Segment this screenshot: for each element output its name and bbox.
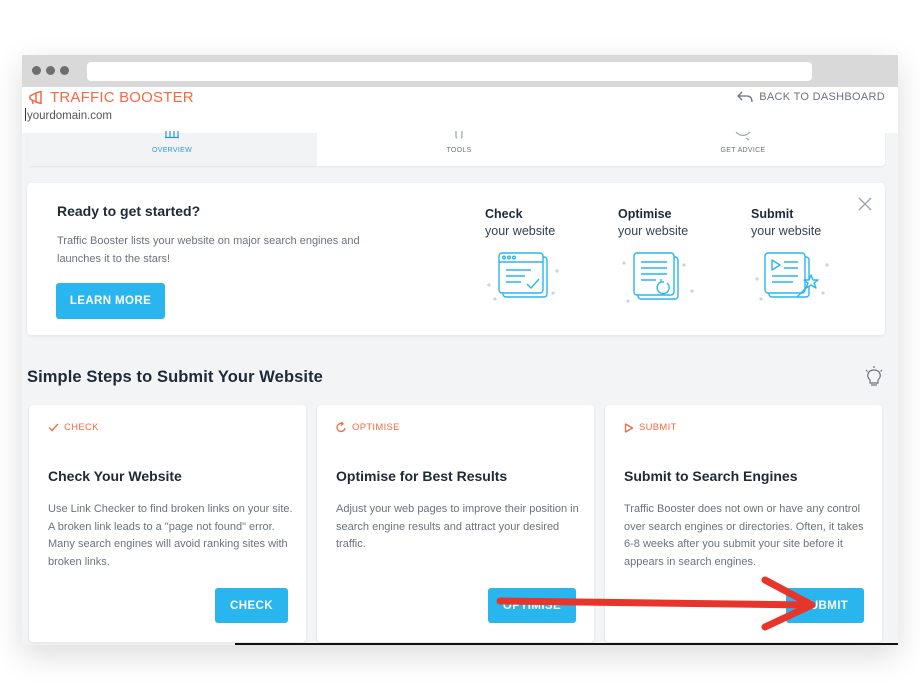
get-started-banner: Ready to get started? Traffic Booster li… [27,183,885,335]
window-dot-icon[interactable] [32,66,41,75]
card-tag: OPTIMISE [336,422,400,433]
back-to-dashboard-link[interactable]: BACK TO DASHBOARD [737,91,885,103]
check-website-icon [487,252,559,301]
step-title: Check [485,207,523,221]
step-title: Submit [751,207,794,221]
window-dot-icon[interactable] [60,66,69,75]
banner-description: Traffic Booster lists your website on ma… [57,235,360,265]
browser-window: TRAFFIC BOOSTER yourdomain.com BACK TO D… [22,55,898,645]
checkmark-icon [48,423,59,432]
brand: TRAFFIC BOOSTER [28,89,194,106]
play-icon [624,422,634,433]
banner-title: Ready to get started? [57,203,201,219]
step-subtitle: your website [618,224,689,238]
optimise-button[interactable]: OPTIMISE [488,588,576,623]
domain-field[interactable]: yourdomain.com [25,108,112,122]
card-title: Optimise for Best Results [336,468,508,484]
card-text: Traffic Booster does not own or have any… [624,503,864,568]
tab-label: GET ADVICE [720,147,766,154]
tab-tools[interactable]: TOOLS [317,131,601,166]
tab-bar: OVERVIEW TOOLS GET ADVICE [27,131,885,166]
card-tag: SUBMIT [624,422,677,433]
card-text: Use Link Checker to find broken links on… [48,503,293,568]
learn-more-button[interactable]: LEARN MORE [56,283,165,319]
step-subtitle: your website [485,224,556,238]
tools-icon [455,131,463,139]
tab-label: OVERVIEW [151,147,192,154]
domain-text: yourdomain.com [27,110,113,122]
card-title: Check Your Website [48,468,182,484]
lightbulb-icon[interactable] [864,366,884,388]
card-tag-label: CHECK [64,422,99,433]
browser-chrome [22,55,898,87]
advice-icon [735,131,751,141]
section-title: Simple Steps to Submit Your Website [27,368,323,386]
check-button[interactable]: CHECK [215,588,288,623]
megaphone-icon [29,90,42,104]
app-header: TRAFFIC BOOSTER yourdomain.com BACK TO D… [22,87,898,133]
tab-overview[interactable]: OVERVIEW [27,131,317,166]
step-card-check: CHECK Check Your Website Use Link Checke… [29,405,306,642]
promo-step-submit: Submit your website [751,207,861,301]
step-card-submit: SUBMIT Submit to Search Engines Traffic … [605,405,882,642]
promo-step-optimise: Optimise your website [618,207,728,303]
bottom-divider [235,643,898,645]
address-bar[interactable] [87,62,812,81]
back-label: BACK TO DASHBOARD [759,91,885,103]
optimise-website-icon [622,252,694,303]
tab-label: TOOLS [446,147,472,154]
step-card-optimise: OPTIMISE Optimise for Best Results Adjus… [317,405,594,642]
card-text: Adjust your web pages to improve their p… [336,503,579,550]
submit-website-icon [755,252,829,301]
step-title: Optimise [618,207,672,221]
refresh-icon [336,422,346,433]
tab-get-advice[interactable]: GET ADVICE [601,131,885,166]
card-tag: CHECK [48,422,99,433]
window-dot-icon[interactable] [46,66,55,75]
submit-button[interactable]: SUBMIT [786,588,864,623]
card-tag-label: SUBMIT [639,422,677,433]
brand-title: TRAFFIC BOOSTER [50,89,194,106]
card-tag-label: OPTIMISE [352,422,400,433]
card-title: Submit to Search Engines [624,468,798,484]
promo-step-check: Check your website [485,207,595,301]
chart-icon [165,131,179,139]
step-subtitle: your website [751,224,822,238]
back-arrow-icon [737,91,753,103]
